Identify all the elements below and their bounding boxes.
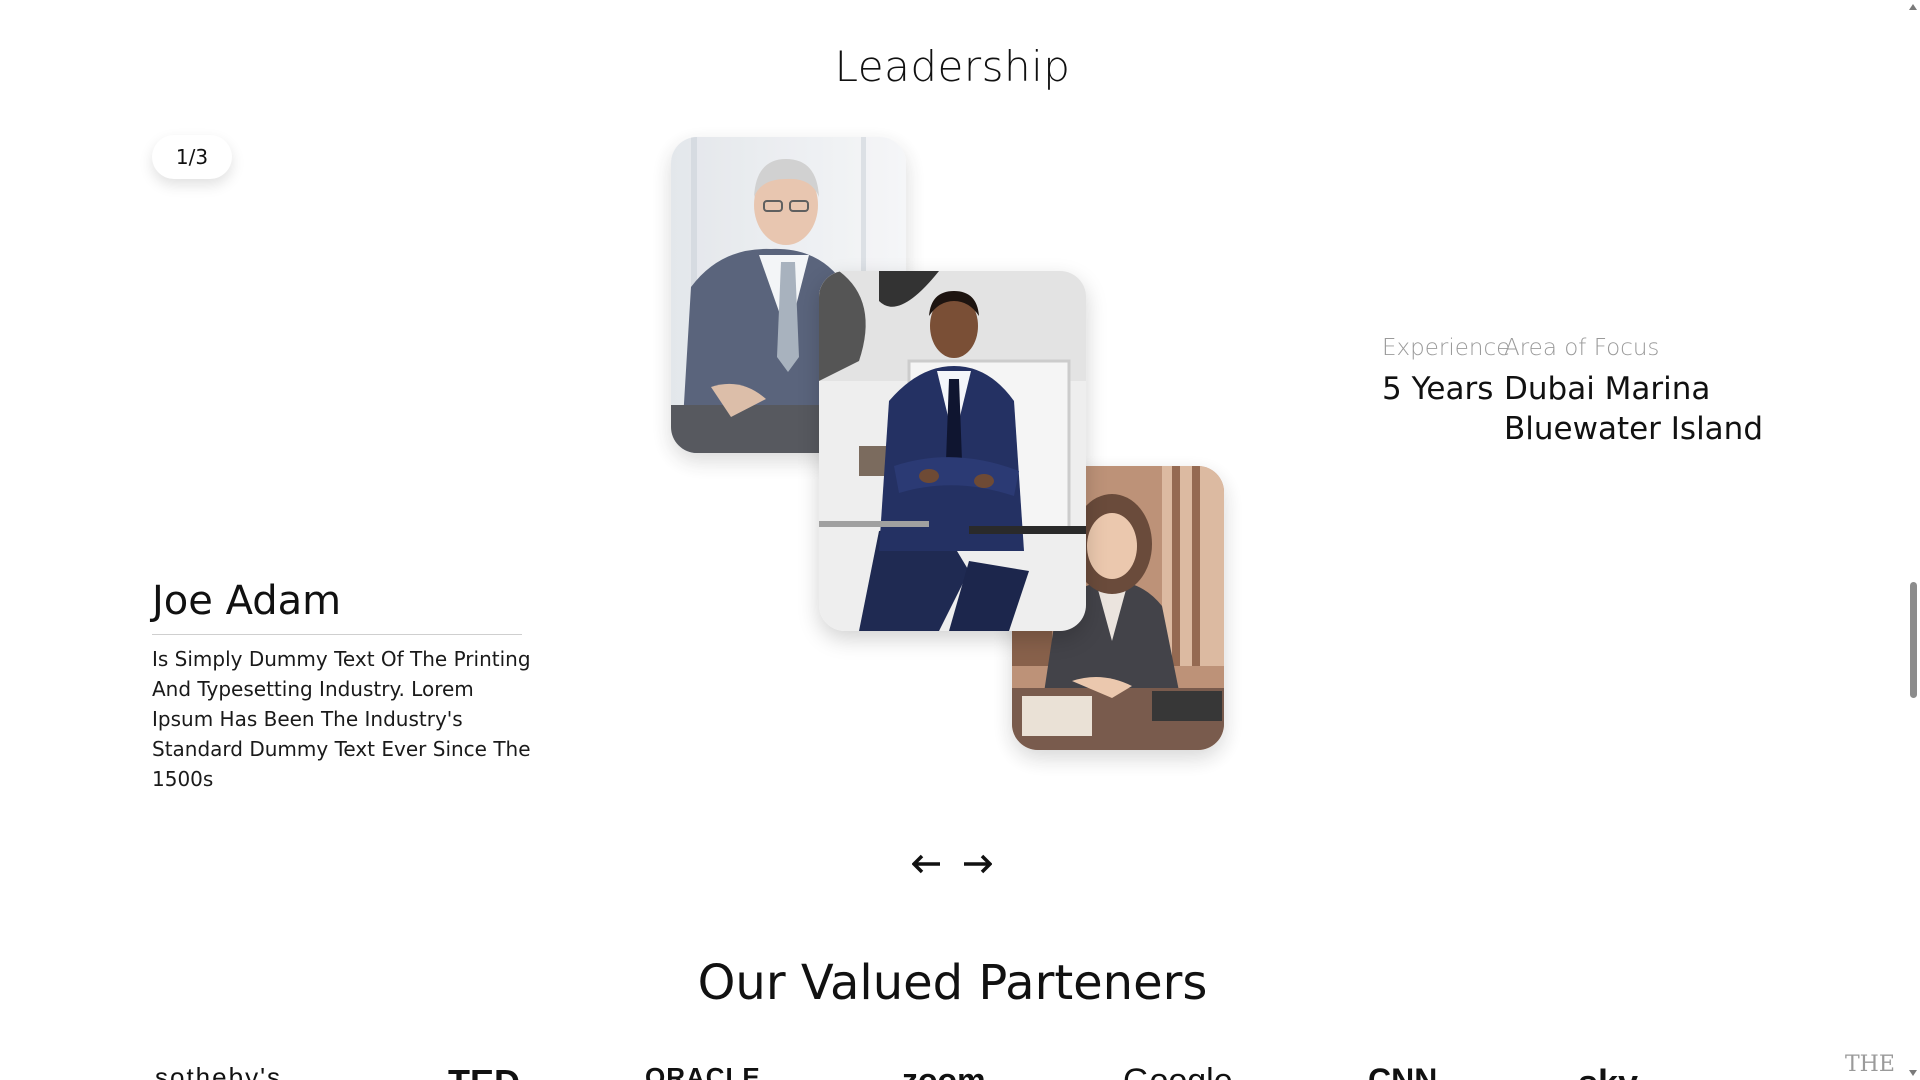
page-scrollbar[interactable]	[1906, 0, 1920, 1080]
experience-stat: Experience 5 Years	[1382, 333, 1510, 409]
area-of-focus-line-2: Bluewater Island	[1504, 411, 1764, 447]
next-button[interactable]	[962, 852, 992, 876]
partner-logo-1[interactable]: sotheby's	[155, 1062, 282, 1080]
leader-name: Joe Adam	[152, 578, 342, 624]
area-of-focus-label: Area of Focus	[1504, 335, 1660, 361]
leader-bio: Is Simply Dummy Text Of The Printing And…	[152, 647, 531, 791]
arrow-left-icon	[912, 854, 940, 874]
partner-logo-2[interactable]: TED	[448, 1062, 520, 1080]
partner-logo-7[interactable]: sky	[1578, 1062, 1638, 1080]
partner-logo-3[interactable]: ORACLE	[645, 1062, 761, 1080]
partner-logos: sotheby's TED ORACLE zoom Google CNN sky…	[150, 1052, 1910, 1080]
prev-button[interactable]	[912, 852, 942, 876]
carousel-nav	[912, 852, 992, 876]
partner-logo-6[interactable]: CNN	[1368, 1062, 1437, 1080]
arrow-right-icon	[964, 854, 992, 874]
experience-label: Experience	[1382, 335, 1511, 361]
name-divider	[152, 634, 522, 635]
area-of-focus-line-1: Dubai Marina	[1504, 371, 1711, 407]
partners-title: Our Valued Parteners	[697, 955, 1208, 1011]
partner-logo-5[interactable]: Google	[1123, 1062, 1233, 1080]
scroll-thumb[interactable]	[1910, 582, 1917, 698]
area-of-focus-value: Dubai Marina Bluewater Island	[1504, 369, 1763, 449]
partner-logo-8[interactable]: THE	[1845, 1052, 1895, 1077]
leadership-title: Leadership	[834, 42, 1071, 91]
scroll-up-icon[interactable]	[1909, 4, 1917, 10]
leader-photo-2[interactable]	[819, 271, 1086, 631]
page: Leadership 1/3 Joe Adam Is Simply Dummy …	[0, 0, 1920, 1080]
area-of-focus-stat: Area of Focus Dubai Marina Bluewater Isl…	[1504, 333, 1763, 449]
experience-value: 5 Years	[1382, 371, 1494, 407]
slide-counter: 1/3	[152, 135, 232, 179]
partner-logo-4[interactable]: zoom	[902, 1062, 986, 1080]
scroll-down-icon[interactable]	[1909, 1070, 1917, 1076]
